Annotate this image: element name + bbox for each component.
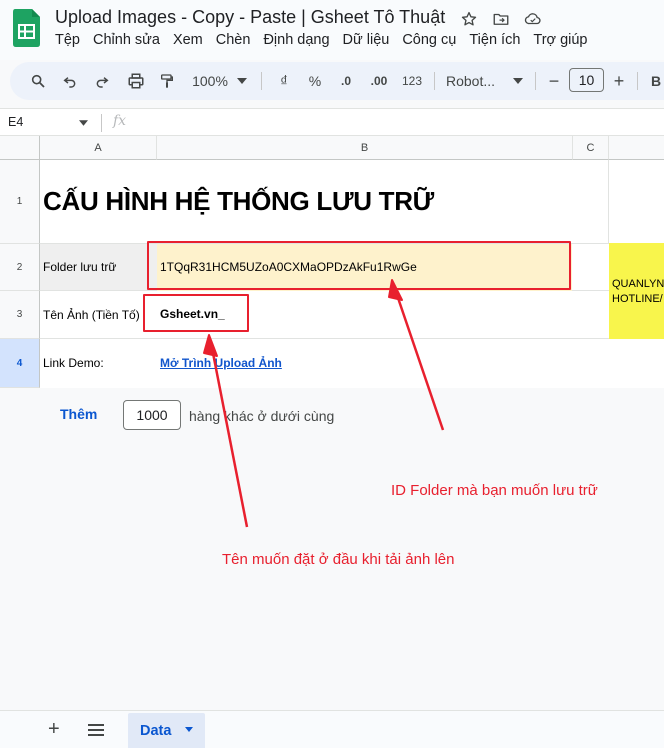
menu-insert[interactable]: Chèn xyxy=(216,32,258,48)
folder-id-highlight-box xyxy=(147,241,571,290)
name-box-dropdown-icon[interactable] xyxy=(79,120,88,126)
name-box[interactable]: E4 xyxy=(8,115,23,129)
format-currency-button[interactable]: ₫ xyxy=(276,62,292,100)
demo-label: Link Demo: xyxy=(43,356,104,370)
add-rows-suffix: hàng khác ở dưới cùng xyxy=(189,408,335,424)
page-title: CẤU HÌNH HỆ THỐNG LƯU TRỮ xyxy=(43,186,434,216)
undo-icon[interactable] xyxy=(60,62,80,100)
number-format-button[interactable]: 123 xyxy=(400,62,424,100)
toolbar-separator xyxy=(434,72,435,90)
decrease-font-size-button[interactable]: − xyxy=(546,62,562,100)
star-icon[interactable] xyxy=(458,8,480,30)
toolbar-separator xyxy=(535,72,536,90)
search-menus-icon[interactable] xyxy=(28,62,48,100)
add-rows-count-input[interactable]: 1000 xyxy=(123,400,181,430)
paint-format-icon[interactable] xyxy=(157,62,177,100)
menu-extensions[interactable]: Tiện ích xyxy=(469,32,527,48)
contact-info-line-2: HOTLINE/ xyxy=(612,293,663,305)
upload-demo-link[interactable]: Mở Trình Upload Ảnh xyxy=(160,356,282,370)
gridline xyxy=(608,160,609,244)
title-actions xyxy=(458,8,544,30)
contact-info-line-1: QUANLYN xyxy=(612,278,664,290)
all-sheets-icon[interactable] xyxy=(88,724,104,739)
fx-icon: fx xyxy=(113,113,127,129)
font-size-input[interactable]: 10 xyxy=(569,68,604,92)
menu-bar: Tệp Chỉnh sửa Xem Chèn Định dạng Dữ liệu… xyxy=(55,32,601,48)
formula-bar: E4 fx xyxy=(0,108,664,136)
sheets-logo-icon[interactable] xyxy=(13,9,40,47)
row-header-2[interactable]: 2 xyxy=(0,244,40,291)
column-header-d[interactable] xyxy=(609,136,664,160)
app-header: Upload Images - Copy - Paste | Gsheet Tô… xyxy=(0,0,664,60)
format-percent-button[interactable]: % xyxy=(306,62,324,100)
menu-tools[interactable]: Công cụ xyxy=(402,32,463,48)
increase-decimal-button[interactable]: .00 xyxy=(367,62,391,100)
add-rows-button[interactable]: Thêm xyxy=(60,406,97,422)
sheet-tabs-bar: + Data xyxy=(0,710,664,748)
font-family-select[interactable]: Robot... xyxy=(446,62,502,100)
folder-id-annotation: ID Folder mà bạn muốn lưu trữ xyxy=(391,482,598,499)
sheet-tab-data[interactable]: Data xyxy=(128,713,205,748)
formula-separator xyxy=(101,114,102,132)
add-sheet-icon[interactable]: + xyxy=(48,719,60,739)
menu-help[interactable]: Trợ giúp xyxy=(533,32,594,48)
redo-icon[interactable] xyxy=(92,62,112,100)
bold-button[interactable]: B xyxy=(648,62,664,100)
increase-font-size-button[interactable]: + xyxy=(611,62,627,100)
row-header-4[interactable]: 4 xyxy=(0,339,40,388)
font-dropdown-arrow-icon[interactable] xyxy=(512,62,524,100)
prefix-label: Tên Ảnh (Tiền Tố) xyxy=(43,307,140,322)
sheet-tab-menu-icon[interactable] xyxy=(185,727,193,732)
document-title[interactable]: Upload Images - Copy - Paste | Gsheet Tô… xyxy=(55,7,445,28)
menu-file[interactable]: Tệp xyxy=(55,32,87,48)
prefix-highlight-box xyxy=(143,294,249,332)
zoom-dropdown-arrow-icon[interactable] xyxy=(236,62,248,100)
menu-data[interactable]: Dữ liệu xyxy=(343,32,397,48)
select-all-corner[interactable] xyxy=(0,136,40,160)
row-header-1[interactable]: 1 xyxy=(0,160,40,244)
gridline xyxy=(40,338,664,339)
sheet-tab-label: Data xyxy=(140,723,172,739)
spreadsheet-window: Upload Images - Copy - Paste | Gsheet Tô… xyxy=(0,0,664,748)
column-header-b[interactable]: B xyxy=(157,136,573,160)
toolbar-separator xyxy=(261,72,262,90)
move-to-folder-icon[interactable] xyxy=(490,8,512,30)
menu-format[interactable]: Định dạng xyxy=(263,32,336,48)
print-icon[interactable] xyxy=(125,62,147,100)
menu-view[interactable]: Xem xyxy=(173,32,210,48)
zoom-select[interactable]: 100% xyxy=(190,62,230,100)
row-header-3[interactable]: 3 xyxy=(0,291,40,339)
column-header-c[interactable]: C xyxy=(573,136,609,160)
cloud-saved-icon[interactable] xyxy=(522,8,544,30)
folder-label: Folder lưu trữ xyxy=(43,260,117,274)
decrease-decimal-button[interactable]: .0 xyxy=(335,62,357,100)
toolbar-separator xyxy=(637,72,638,90)
prefix-annotation: Tên muốn đặt ở đầu khi tải ảnh lên xyxy=(222,551,455,568)
column-header-a[interactable]: A xyxy=(40,136,157,160)
menu-edit[interactable]: Chỉnh sửa xyxy=(93,32,167,48)
